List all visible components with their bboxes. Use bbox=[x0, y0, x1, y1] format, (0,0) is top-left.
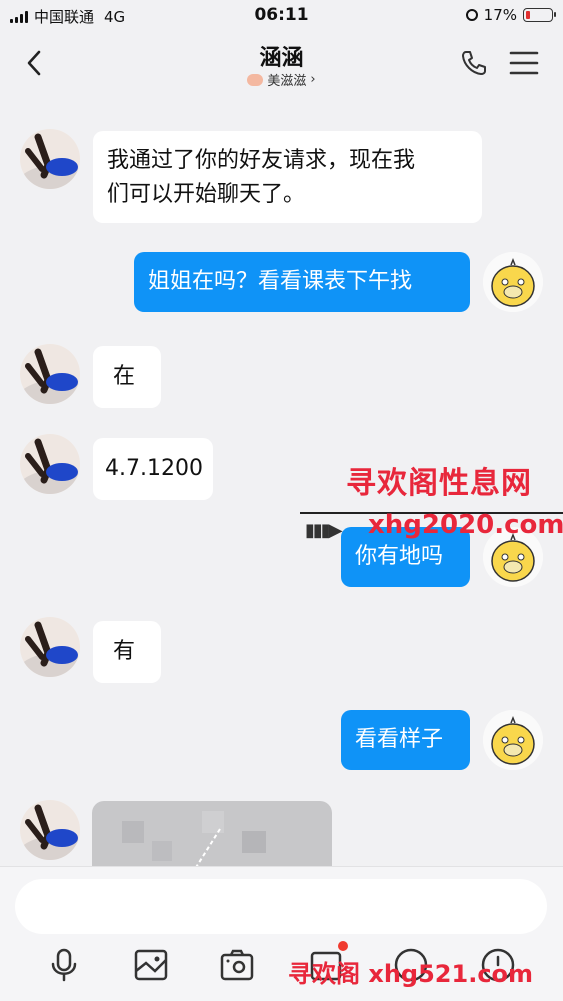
message-bubble-incoming[interactable]: 我通过了你的好友请求，现在我 们可以开始聊天了。 bbox=[93, 131, 482, 223]
avatar[interactable] bbox=[483, 710, 543, 770]
avatar[interactable] bbox=[20, 344, 80, 404]
image-icon[interactable] bbox=[133, 947, 169, 983]
input-bar: 寻欢阁 xhg521.com bbox=[0, 866, 563, 1001]
avatar[interactable] bbox=[483, 252, 543, 312]
watermark-bottom: 寻欢阁 xhg521.com bbox=[288, 960, 534, 988]
message-text: 4.7.1200 bbox=[105, 456, 203, 481]
avatar[interactable] bbox=[20, 800, 80, 860]
message-bubble-outgoing[interactable]: 姐姐在吗？看看课表下午找 bbox=[134, 252, 470, 312]
avatar[interactable] bbox=[20, 129, 80, 189]
message-bubble-incoming[interactable]: 在 bbox=[93, 346, 161, 408]
watermark-url: xhg2020.com bbox=[368, 510, 563, 540]
battery-level bbox=[526, 11, 530, 19]
avatar[interactable] bbox=[20, 434, 80, 494]
chevron-right-icon: › bbox=[310, 72, 316, 87]
message-text: 你有地吗 bbox=[355, 544, 444, 569]
message-bubble-incoming[interactable]: 有 bbox=[93, 621, 161, 683]
message-text: 看看样子 bbox=[355, 727, 444, 752]
message-text: 我通过了你的好友请求，现在我 bbox=[107, 148, 416, 173]
message-input[interactable] bbox=[15, 879, 547, 934]
message-text: 在 bbox=[113, 364, 136, 389]
avatar[interactable] bbox=[20, 617, 80, 677]
image-message[interactable] bbox=[92, 801, 332, 866]
camera-icon[interactable] bbox=[219, 947, 255, 983]
phone-icon[interactable] bbox=[459, 48, 489, 78]
message-text: 有 bbox=[113, 639, 136, 664]
message-text: 们可以开始聊天了。 bbox=[107, 182, 306, 207]
rotation-lock-icon bbox=[465, 9, 478, 21]
message-text: 姐姐在吗？看看课表下午找 bbox=[148, 269, 413, 294]
battery-icon bbox=[523, 8, 556, 22]
mic-icon[interactable] bbox=[46, 947, 82, 983]
watermark-text: 寻欢阁性息网 bbox=[346, 466, 532, 501]
menu-icon[interactable] bbox=[509, 49, 539, 77]
notification-dot bbox=[338, 941, 348, 951]
message-bubble-outgoing[interactable]: 看看样子 bbox=[341, 710, 470, 770]
subtitle-label: 美滋滋 bbox=[267, 74, 307, 89]
image-placeholder-icon bbox=[195, 828, 221, 866]
status-badge-icon bbox=[247, 73, 264, 86]
message-bubble-incoming[interactable]: 4.7.1200 bbox=[93, 438, 213, 500]
battery-percent: 17% bbox=[483, 6, 517, 24]
status-bar: 中国联通 4G 06:11 17% bbox=[0, 0, 563, 30]
watermark-arrow: ▮▮▮▶ bbox=[305, 520, 343, 541]
chat-header: 涵涵 美滋滋 › bbox=[0, 30, 563, 96]
